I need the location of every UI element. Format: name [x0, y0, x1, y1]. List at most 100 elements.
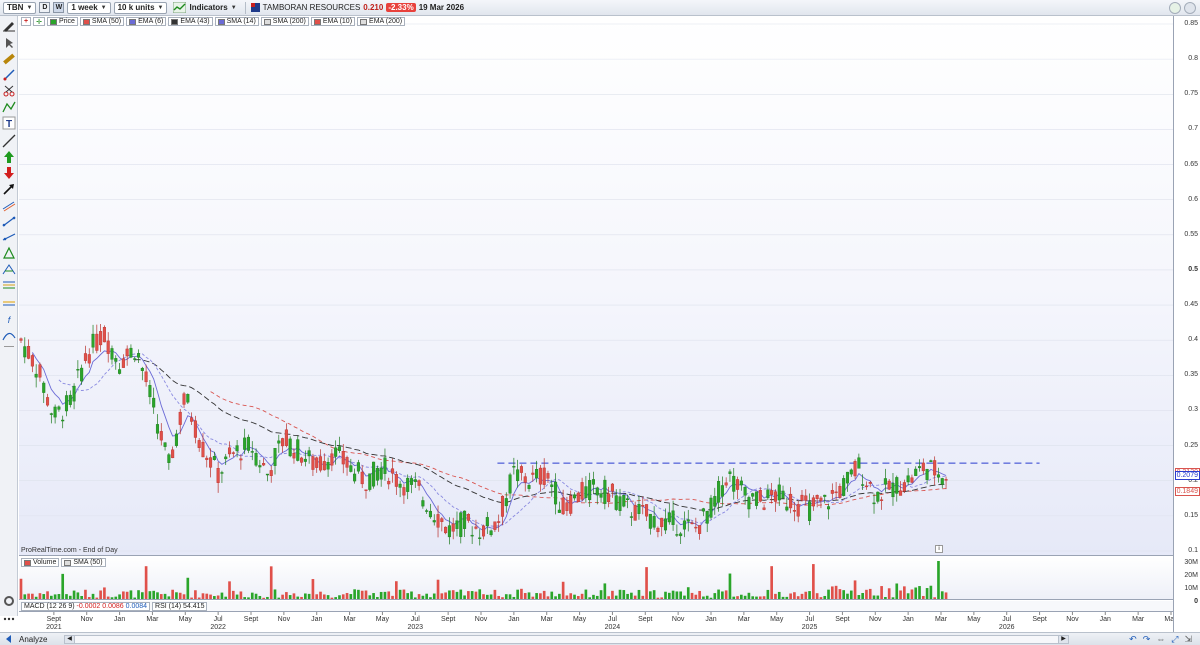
- scroll-right-button[interactable]: ▶: [1058, 636, 1068, 643]
- triangle-icon[interactable]: [2, 246, 16, 260]
- volume-bar: [99, 590, 102, 599]
- units-selector[interactable]: 10 k units ▼: [113, 1, 168, 14]
- legend-rsi[interactable]: RSI (14) 54.415: [152, 602, 208, 611]
- volume-bar: [467, 591, 470, 599]
- arrow-diagonal-icon[interactable]: [2, 182, 16, 196]
- legend-price[interactable]: Price: [46, 17, 78, 26]
- volume-panel[interactable]: Volume SMA (50): [19, 557, 1173, 600]
- line-tool-icon[interactable]: [2, 134, 16, 148]
- fibonacci-icon[interactable]: [2, 100, 16, 114]
- legend-sma200[interactable]: SMA (200): [260, 17, 309, 26]
- horizontal-scrollbar[interactable]: ◀ ▶: [64, 635, 1069, 644]
- text-icon[interactable]: T: [2, 116, 16, 130]
- zoom-in-icon[interactable]: ↷: [1143, 634, 1151, 645]
- volume-bar: [235, 594, 239, 599]
- channel-icon[interactable]: [2, 198, 16, 212]
- candle: [391, 468, 395, 474]
- candle: [747, 497, 751, 510]
- zoom-icon[interactable]: [2, 68, 16, 82]
- settings-icon[interactable]: [2, 594, 16, 608]
- legend-macd[interactable]: MACD (12 26 9) -0.0002 0.0086 0.0084: [21, 602, 151, 611]
- volume-bar: [68, 595, 72, 599]
- scroll-left-button[interactable]: ◀: [65, 636, 75, 643]
- arrow-up-icon[interactable]: [2, 150, 16, 164]
- month-label: Nov: [1066, 616, 1079, 623]
- volume-tick-label: 30M: [1184, 559, 1198, 566]
- fit-icon[interactable]: ⇲: [1184, 634, 1192, 645]
- ruler-icon[interactable]: [2, 52, 16, 66]
- timeframe-selector[interactable]: 1 week ▼: [67, 1, 111, 14]
- month-label: Jul: [805, 616, 814, 623]
- price-axis[interactable]: 0.85 0.8 0.75 0.7 0.65 0.6 0.55 0.5 0.45 0.4 0.35 0…: [1173, 16, 1200, 632]
- volume-chart-svg[interactable]: [19, 557, 1173, 600]
- candle: [569, 495, 573, 514]
- candle: [87, 354, 91, 364]
- menu-icon[interactable]: [1184, 2, 1196, 14]
- indicators-button[interactable]: Indicators ▼: [170, 2, 239, 14]
- legend-ema10[interactable]: EMA (10): [310, 17, 356, 26]
- volume-bar: [584, 589, 588, 599]
- period-daily-button[interactable]: D: [39, 2, 51, 13]
- candle: [914, 468, 918, 477]
- month-label: Nov: [278, 616, 291, 623]
- analyze-button[interactable]: Analyze: [19, 635, 47, 644]
- scissors-icon[interactable]: [2, 84, 16, 98]
- legend-sma200-label: SMA (200): [272, 18, 306, 25]
- price-chart-panel[interactable]: + ✛ Price SMA (50) EMA (6) EMA (43) SMA …: [19, 16, 1173, 556]
- levels-icon[interactable]: [2, 278, 16, 292]
- gann-icon[interactable]: [2, 296, 16, 310]
- legend-add-button[interactable]: +: [21, 17, 32, 26]
- drawing-toolbar: T f: [0, 16, 18, 621]
- candle: [656, 527, 660, 533]
- chevron-down-icon: ▼: [230, 4, 237, 11]
- arrow-down-icon[interactable]: [2, 166, 16, 180]
- volume-bar: [122, 591, 125, 599]
- candle: [91, 333, 95, 348]
- candle: [591, 479, 595, 485]
- pitchfork-icon[interactable]: [2, 262, 16, 276]
- more-icon[interactable]: [2, 612, 16, 626]
- function-icon[interactable]: f: [2, 312, 16, 326]
- candle: [868, 481, 872, 484]
- legend-volume[interactable]: Volume: [21, 558, 60, 567]
- time-axis[interactable]: Sept 2021 Nov Jan Mar May Jul 2022 Sept Nov Jan Mar…: [19, 612, 1173, 632]
- zoom-tool-icon[interactable]: ⇔: [1156, 634, 1165, 645]
- candle: [512, 466, 516, 468]
- volume-bar: [205, 593, 209, 599]
- candle: [322, 461, 326, 471]
- volume-bar: [459, 589, 463, 599]
- legend-sma14[interactable]: SMA (14): [214, 17, 259, 26]
- legend-ema43[interactable]: EMA (43): [168, 17, 213, 26]
- reset-zoom-icon[interactable]: ⤢: [1171, 634, 1178, 645]
- indicators-label: Indicators: [189, 3, 228, 12]
- price-chart-svg[interactable]: [19, 16, 1173, 556]
- scroll-left-icon[interactable]: [3, 634, 15, 644]
- volume-bar: [110, 597, 114, 599]
- volume-bar: [690, 592, 694, 599]
- candle: [857, 457, 861, 469]
- trendline-icon[interactable]: [2, 214, 16, 228]
- curve-icon[interactable]: [2, 328, 16, 342]
- pencil-icon[interactable]: [2, 18, 16, 32]
- ray-icon[interactable]: [2, 230, 16, 244]
- legend-ema6[interactable]: EMA (6): [126, 17, 167, 26]
- info-icon[interactable]: i: [935, 545, 943, 553]
- volume-bar: [186, 577, 190, 599]
- candle: [246, 436, 250, 451]
- zoom-out-icon[interactable]: ↶: [1129, 634, 1137, 645]
- legend-volume-sma50[interactable]: SMA (50): [61, 558, 106, 567]
- candle: [417, 480, 421, 486]
- symbol-selector[interactable]: TBN ▼: [3, 1, 37, 14]
- candle: [705, 511, 709, 524]
- month-label: Mar: [738, 616, 751, 623]
- legend-expand-button[interactable]: ✛: [33, 17, 45, 26]
- candle: [614, 495, 618, 510]
- cursor-icon[interactable]: [2, 36, 16, 50]
- candle: [186, 394, 190, 403]
- legend-sma50[interactable]: SMA (50): [79, 17, 125, 26]
- legend-sma14-label: SMA (14): [226, 18, 256, 25]
- period-weekly-button[interactable]: W: [53, 2, 65, 13]
- chevron-down-icon: ▼: [157, 4, 164, 11]
- refresh-icon[interactable]: [1169, 2, 1181, 14]
- legend-ema200[interactable]: EMA (200): [357, 17, 406, 26]
